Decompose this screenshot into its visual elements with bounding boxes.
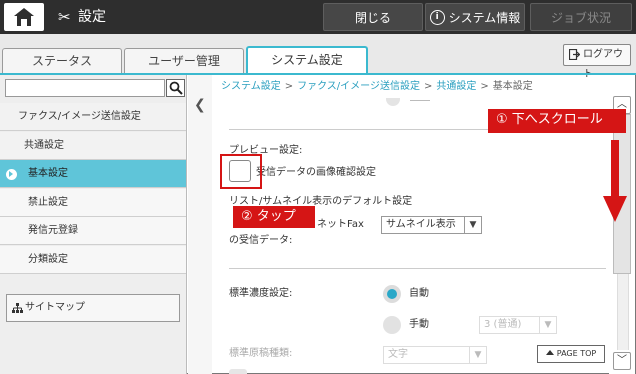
original-type-value: 文字	[388, 349, 408, 360]
info-icon: i	[429, 10, 445, 25]
chevron-down-icon: ▼	[539, 317, 556, 333]
tab-system-settings[interactable]: システム設定	[246, 46, 368, 74]
density-manual-radio[interactable]	[383, 316, 401, 334]
sitemap-button[interactable]: サイトマップ	[6, 294, 180, 322]
sidebar-item-basic-settings[interactable]: 基本設定	[0, 160, 186, 188]
logout-button[interactable]: ログアウト	[563, 44, 631, 80]
partial-checkbox	[229, 369, 247, 374]
page-top-button[interactable]: PAGE TOP	[537, 345, 605, 363]
chevron-left-icon: ❮	[194, 97, 206, 113]
chevron-down-icon: ▼	[469, 347, 486, 363]
search-icon	[169, 81, 183, 95]
breadcrumb-common-settings[interactable]: 共通設定	[436, 81, 476, 92]
section-divider	[229, 268, 606, 269]
sidebar-item-fax-image-send[interactable]: ファクス/イメージ送信設定	[0, 103, 186, 131]
sidebar-item-category-settings[interactable]: 分類設定	[0, 246, 186, 274]
sidebar-item-prohibit-settings[interactable]: 禁止設定	[0, 189, 186, 217]
breadcrumb-separator-icon: >	[480, 81, 489, 92]
density-manual-label: 手動	[409, 319, 429, 330]
home-button[interactable]	[4, 3, 44, 31]
breadcrumb: システム設定 > ファクス/イメージ送信設定 > 共通設定 > 基本設定	[221, 80, 533, 94]
thumbnail-select-value: サムネイル表示	[386, 219, 456, 230]
top-bar: ✂ 設定 閉じる i システム情報 ジョブ状況	[0, 0, 636, 34]
scroll-down-callout: ① 下へスクロール	[488, 109, 626, 133]
search-input[interactable]	[5, 79, 165, 97]
image-check-label: 受信データの画像確認設定	[256, 167, 376, 178]
chevron-down-icon: ﹀	[617, 355, 627, 366]
tab-user-management[interactable]: ユーザー管理	[124, 48, 244, 73]
page-title: 設定	[78, 9, 106, 25]
sidebar-collapse-button[interactable]: ❮	[188, 75, 212, 374]
logout-label: ログアウト	[583, 49, 623, 80]
job-status-button[interactable]: ジョブ状況	[530, 3, 632, 31]
breadcrumb-current: 基本設定	[492, 81, 533, 92]
density-auto-radio[interactable]	[383, 285, 401, 303]
thumbnail-sub-label-2: の受信データ:	[229, 235, 293, 246]
breadcrumb-system-settings[interactable]: システム設定	[221, 81, 281, 92]
tools-icon: ✂	[58, 8, 71, 26]
system-info-button[interactable]: i システム情報	[425, 3, 525, 31]
close-button[interactable]: 閉じる	[323, 3, 423, 31]
breadcrumb-fax-image-send[interactable]: ファクス/イメージ送信設定	[297, 81, 420, 92]
sitemap-icon	[12, 303, 23, 313]
arrow-up-icon	[545, 350, 554, 355]
sidebar-item-sender-registration[interactable]: 発信元登録	[0, 217, 186, 245]
sitemap-label: サイトマップ	[25, 302, 85, 313]
page-top-label: PAGE TOP	[556, 349, 597, 358]
sidebar-item-label: 基本設定	[28, 168, 68, 179]
search-button[interactable]	[166, 79, 185, 97]
density-heading: 標準濃度設定:	[229, 288, 293, 299]
sidebar: ファクス/イメージ送信設定 共通設定 基本設定 禁止設定 発信元登録 分類設定 …	[0, 75, 187, 374]
original-type-heading: 標準原稿種類:	[229, 348, 293, 359]
tab-bar: ステータス ユーザー管理 システム設定	[0, 34, 636, 74]
sidebar-item-common-settings[interactable]: 共通設定	[0, 132, 186, 160]
breadcrumb-separator-icon: >	[423, 81, 433, 92]
tap-callout: ② タップ	[233, 206, 315, 228]
thumbnail-sub-label: ネットFax	[317, 219, 364, 230]
system-info-label: システム情報	[448, 11, 521, 25]
arrow-down-icon	[603, 140, 627, 222]
home-icon	[14, 8, 34, 26]
thumbnail-select[interactable]: サムネイル表示 ▼	[381, 216, 482, 234]
partial-divider	[410, 100, 430, 101]
original-type-select[interactable]: 文字 ▼	[383, 346, 487, 364]
tab-status[interactable]: ステータス	[2, 48, 122, 73]
density-level-value: 3 (普通)	[484, 319, 522, 330]
logout-icon	[569, 49, 580, 60]
tap-highlight-box	[220, 154, 262, 189]
scroll-down-button[interactable]: ﹀	[613, 352, 631, 370]
chevron-down-icon: ▼	[464, 217, 481, 233]
selected-bullet-icon	[6, 169, 17, 180]
density-auto-label: 自動	[409, 288, 429, 299]
density-level-select[interactable]: 3 (普通) ▼	[479, 316, 557, 334]
breadcrumb-separator-icon: >	[284, 81, 294, 92]
